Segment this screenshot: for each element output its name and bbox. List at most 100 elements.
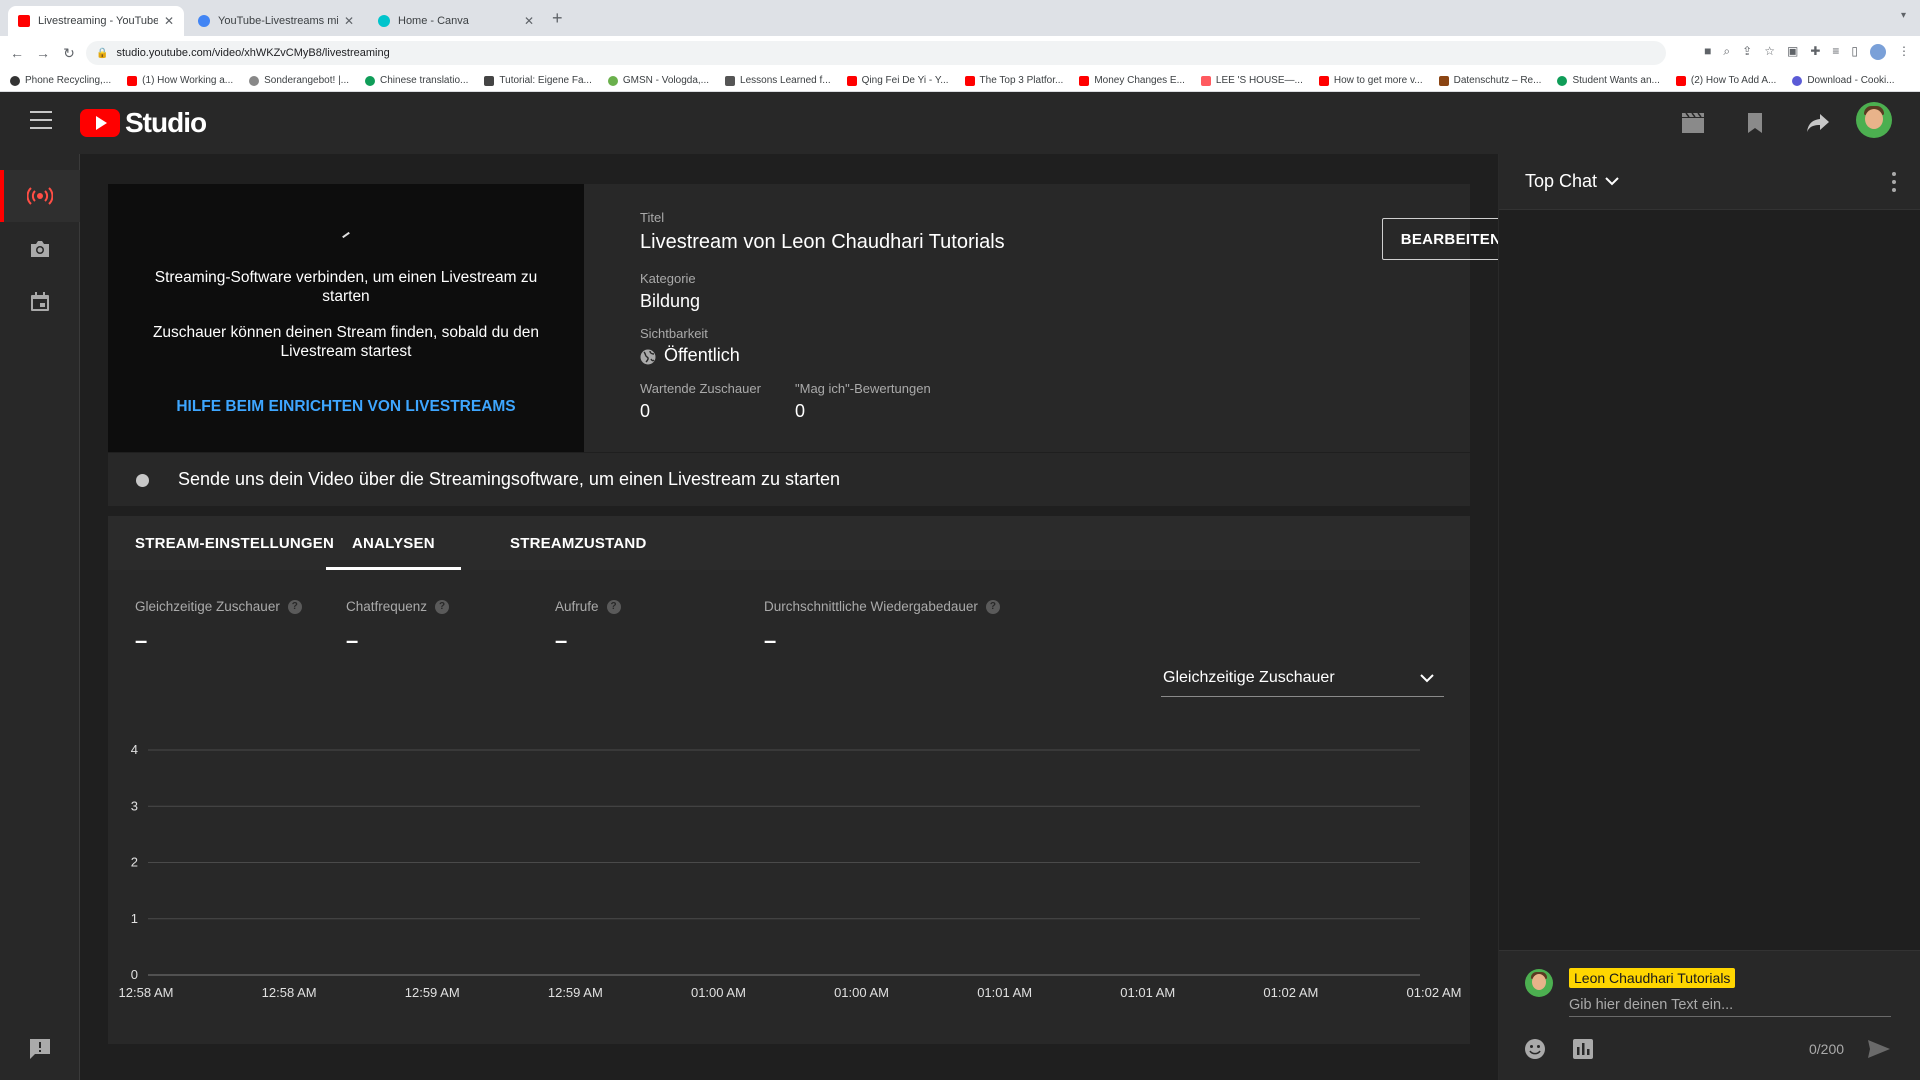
youtube-favicon-icon	[1675, 75, 1686, 86]
metric-avg-watch-time: Durchschnittliche Wiedergabedauer? –	[764, 599, 1000, 654]
chart-metric-dropdown[interactable]: Gleichzeitige Zuschauer	[1161, 660, 1444, 697]
bookmark-label: Phone Recycling,...	[25, 75, 112, 86]
tab-stream-settings[interactable]: STREAM-EINSTELLUNGEN	[135, 516, 334, 570]
menu-icon[interactable]: ⋮	[1898, 44, 1910, 60]
bookmark-item[interactable]: Phone Recycling,...	[10, 75, 111, 86]
zoom-icon[interactable]: ⌕	[1723, 44, 1730, 60]
browser-tab-label: YouTube-Livestreams mit einer...	[218, 15, 338, 27]
emoji-icon[interactable]	[1523, 1037, 1547, 1061]
bookmark-label: Lessons Learned f...	[740, 75, 831, 86]
camera-icon[interactable]: ■	[1704, 44, 1711, 60]
help-icon[interactable]: ?	[606, 599, 621, 614]
feedback-icon[interactable]	[28, 1038, 52, 1060]
chevron-down-icon	[1420, 673, 1434, 682]
bookmark-label: Datenschutz – Re...	[1453, 75, 1542, 86]
bookmark-icon[interactable]	[1742, 110, 1768, 136]
reload-icon[interactable]: ↻	[56, 45, 82, 62]
preview-viewers-text: Zuschauer können deinen Stream finden, s…	[152, 324, 540, 360]
poll-icon[interactable]	[1571, 1037, 1595, 1061]
chat-header: Top Chat	[1499, 154, 1920, 210]
bookmark-item[interactable]: Student Wants an...	[1557, 75, 1660, 86]
y-tick-label: 3	[131, 798, 138, 813]
puzzle-icon[interactable]: ✚	[1810, 44, 1820, 60]
bookmark-item[interactable]: (2) How To Add A...	[1675, 75, 1777, 86]
rail-item-webcam[interactable]	[0, 223, 80, 275]
youtube-studio-logo[interactable]: Studio	[80, 107, 207, 139]
bookmark-item[interactable]: Qing Fei De Yi - Y...	[846, 75, 949, 86]
likes-label: "Mag ich"-Bewertungen	[795, 381, 931, 396]
youtube-favicon-icon	[18, 15, 30, 27]
avatar-face	[1865, 109, 1883, 129]
logo-text: Studio	[125, 107, 207, 138]
chat-mode-dropdown[interactable]: Top Chat	[1525, 171, 1619, 192]
url-bar[interactable]: 🔒 studio.youtube.com/video/xhWKZvCMyB8/l…	[86, 41, 1666, 65]
bookmark-item[interactable]: (1) How Working a...	[127, 75, 233, 86]
metric-label: Aufrufe	[555, 599, 599, 614]
stream-preview: Streaming-Software verbinden, um einen L…	[108, 184, 584, 452]
menu-hamburger-icon[interactable]	[30, 111, 52, 129]
bookmark-item[interactable]: Datenschutz – Re...	[1438, 75, 1542, 86]
stream-title: Livestream von Leon Chaudhari Tutorials	[640, 231, 1005, 253]
bookmark-label: (2) How To Add A...	[1690, 75, 1777, 86]
help-icon[interactable]: ?	[435, 599, 450, 614]
sidepanel-icon[interactable]: ▯	[1851, 44, 1858, 60]
bookmark-label: Student Wants an...	[1572, 75, 1660, 86]
bookmark-item[interactable]: Tutorial: Eigene Fa...	[484, 75, 592, 86]
hashtag-favicon-icon	[484, 75, 495, 86]
bookmark-label: Chinese translatio...	[380, 75, 469, 86]
setup-help-link[interactable]: HILFE BEIM EINRICHTEN VON LIVESTREAMS	[128, 398, 564, 416]
metric-label: Durchschnittliche Wiedergabedauer	[764, 599, 978, 614]
bookmark-item[interactable]: Download - Cooki...	[1792, 75, 1895, 86]
y-tick-label: 1	[131, 911, 138, 926]
close-tab-icon[interactable]: ✕	[344, 14, 354, 28]
status-dot-icon	[136, 474, 149, 487]
help-icon[interactable]: ?	[287, 599, 302, 614]
reading-list-icon[interactable]: ≡	[1832, 44, 1839, 60]
rail-item-manage[interactable]	[0, 276, 80, 328]
forward-icon[interactable]: →	[30, 45, 56, 61]
share-arrow-icon[interactable]	[1805, 110, 1831, 136]
close-tab-icon[interactable]: ✕	[164, 14, 174, 28]
x-tick-label: 12:59 AM	[405, 985, 460, 1000]
close-tab-icon[interactable]: ✕	[524, 14, 534, 28]
tab-search-icon[interactable]: ▾	[1901, 10, 1906, 21]
bookmark-item[interactable]: Chinese translatio...	[365, 75, 468, 86]
bookmark-item[interactable]: Sonderangebot! |...	[249, 75, 349, 86]
y-tick-label: 2	[131, 855, 138, 870]
clapperboard-icon[interactable]	[1680, 110, 1706, 136]
live-broadcast-icon	[27, 187, 53, 205]
send-icon[interactable]	[1867, 1037, 1891, 1061]
tab-stream-health[interactable]: STREAMZUSTAND	[510, 516, 646, 570]
account-avatar[interactable]	[1856, 102, 1892, 138]
tab-analytics[interactable]: ANALYSEN	[326, 516, 461, 570]
browser-tab-youtube-livestreams[interactable]: YouTube-Livestreams mit einer... ✕	[188, 6, 364, 36]
lock-icon[interactable]: 🔒	[96, 48, 108, 59]
bookmark-item[interactable]: GMSN - Vologda,...	[607, 75, 709, 86]
metric-value: –	[135, 628, 148, 653]
rail-item-stream[interactable]	[0, 170, 80, 222]
bookmark-item[interactable]: The Top 3 Platfor...	[964, 75, 1063, 86]
bookmark-favicon-icon	[365, 75, 376, 86]
browser-tab-label: Livestreaming - YouTube Studio	[38, 15, 158, 27]
address-bar-row: ← → ↻ 🔒 studio.youtube.com/video/xhWKZvC…	[0, 36, 1920, 70]
help-icon[interactable]: ?	[985, 599, 1000, 614]
profile-icon[interactable]	[1870, 44, 1886, 60]
bookmark-item[interactable]: How to get more v...	[1318, 75, 1423, 86]
bookmark-label: Tutorial: Eigene Fa...	[499, 75, 592, 86]
back-icon[interactable]: ←	[4, 45, 30, 61]
share-icon[interactable]: ⇪	[1742, 44, 1752, 60]
concurrent-viewers-chart: 0 1 2 3 4 12:58 AM 12:58 AM 12:59 AM 12:59 AM 01:…	[119, 742, 1462, 1000]
star-icon[interactable]: ☆	[1764, 44, 1775, 60]
extension-icon[interactable]: ▣	[1787, 44, 1798, 60]
bookmark-item[interactable]: Money Changes E...	[1079, 75, 1185, 86]
more-options-icon[interactable]	[1891, 172, 1897, 192]
bookmark-item[interactable]: LEE 'S HOUSE—...	[1200, 75, 1303, 86]
browser-tab-livestreaming[interactable]: Livestreaming - YouTube Studio ✕	[8, 6, 184, 36]
bookmark-item[interactable]: Lessons Learned f...	[725, 75, 831, 86]
chat-message-input[interactable]	[1569, 993, 1891, 1017]
new-tab-button[interactable]: +	[552, 8, 563, 29]
bookmark-favicon-icon	[607, 75, 618, 86]
browser-tab-canva[interactable]: Home - Canva ✕	[368, 6, 544, 36]
bookmark-label: Qing Fei De Yi - Y...	[861, 75, 949, 86]
metric-chat-rate: Chatfrequenz? –	[346, 599, 450, 654]
